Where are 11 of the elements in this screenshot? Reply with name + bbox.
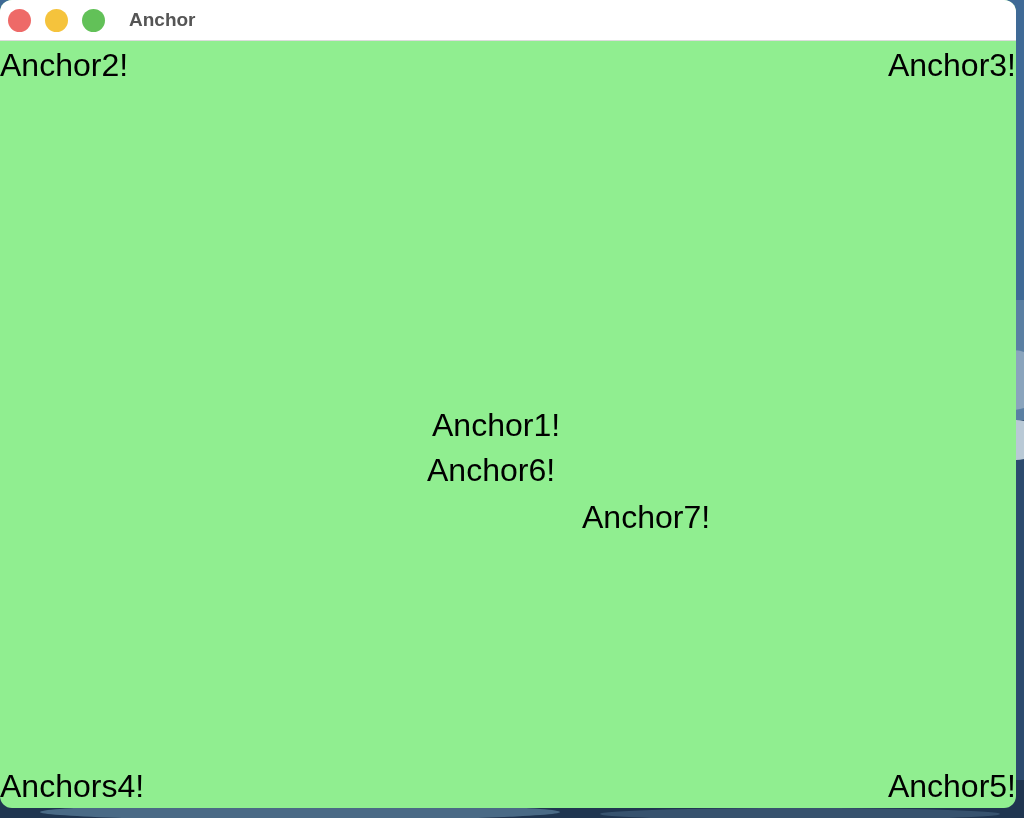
anchor-label: Anchor5! <box>887 767 1016 806</box>
anchor-label: Anchors4! <box>0 767 145 806</box>
window-title: Anchor <box>129 7 196 32</box>
anchor-label: Anchor7! <box>582 498 711 537</box>
anchor-label: Anchor3! <box>887 46 1016 85</box>
close-button[interactable] <box>8 8 31 32</box>
anchor-label: Anchor2! <box>0 46 129 85</box>
anchor-label: Anchor6! <box>427 451 556 490</box>
anchor-label: Anchor1! <box>432 406 561 445</box>
minimize-button[interactable] <box>45 8 68 32</box>
zoom-button[interactable] <box>82 8 105 32</box>
